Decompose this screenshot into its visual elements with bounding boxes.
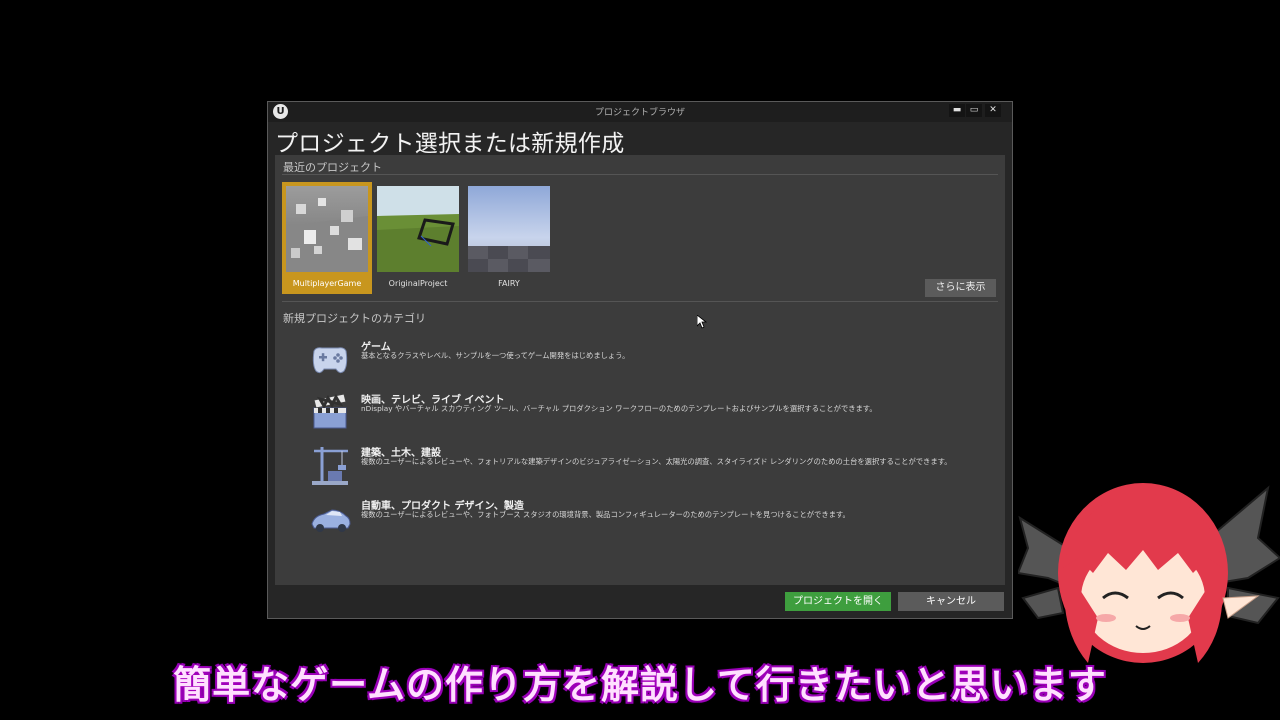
clapperboard-icon [308, 390, 352, 434]
title-bar[interactable]: U プロジェクトブラウザ ▬ ▭ ✕ [268, 102, 1012, 122]
page-title: プロジェクト選択または新規作成 [275, 131, 625, 157]
project-browser-window: U プロジェクトブラウザ ▬ ▭ ✕ プロジェクト選択または新規作成 最近のプロ… [267, 101, 1013, 619]
project-tile-fairy[interactable]: FAIRY [464, 182, 554, 294]
divider [282, 174, 998, 175]
divider [282, 301, 998, 302]
minimize-button[interactable]: ▬ [949, 104, 965, 117]
mouse-cursor-icon [696, 314, 708, 333]
category-description: 複数のユーザーによるレビューや、フォトブース スタジオの環境背景、製品コンフィギ… [361, 510, 850, 519]
category-description: nDisplay やバーチャル スカウティング ツール、バーチャル プロダクショ… [361, 404, 877, 413]
project-name: MultiplayerGame [292, 279, 362, 288]
project-tile-multiplayergame[interactable]: MultiplayerGame [282, 182, 372, 294]
project-thumbnail [377, 186, 459, 272]
recent-projects-label: 最近のプロジェクト [283, 161, 382, 174]
project-name: OriginalProject [388, 279, 448, 288]
cancel-button[interactable]: キャンセル [898, 592, 1004, 611]
project-thumbnail [468, 186, 550, 272]
gamepad-icon [308, 337, 352, 381]
car-icon [308, 496, 352, 540]
category-description: 基本となるクラスやレベル、サンプルを一つ使ってゲーム開発をはじめましょう。 [361, 351, 630, 360]
window-title: プロジェクトブラウザ [594, 108, 685, 118]
project-thumbnail [286, 186, 368, 272]
category-architecture[interactable]: 建築、土木、建設 複数のユーザーによるレビューや、フォトリアルな建築デザインのビ… [308, 443, 988, 487]
video-subtitle: 簡単なゲームの作り方を解説して行きたいと思います [173, 663, 1107, 707]
category-game[interactable]: ゲーム 基本となるクラスやレベル、サンプルを一つ使ってゲーム開発をはじめましょう… [308, 337, 988, 381]
close-button[interactable]: ✕ [985, 104, 1001, 117]
new-project-categories-label: 新規プロジェクトのカテゴリ [283, 312, 426, 325]
category-film-tv-live-events[interactable]: 映画、テレビ、ライブ イベント nDisplay やバーチャル スカウティング … [308, 390, 988, 434]
show-more-button[interactable]: さらに表示 [925, 279, 996, 297]
project-tile-originalproject[interactable]: OriginalProject [373, 182, 463, 294]
mascot-character-image [1016, 478, 1280, 668]
open-project-button[interactable]: プロジェクトを開く [785, 592, 891, 611]
category-description: 複数のユーザーによるレビューや、フォトリアルな建築デザインのビジュアライゼーショ… [361, 457, 952, 466]
content-panel: 最近のプロジェクト MultiplayerGame OriginalProjec… [275, 155, 1005, 585]
category-automotive[interactable]: 自動車、プロダクト デザイン、製造 複数のユーザーによるレビューや、フォトブース… [308, 496, 988, 540]
maximize-button[interactable]: ▭ [966, 104, 982, 117]
crane-icon [308, 443, 352, 487]
project-name: FAIRY [498, 279, 520, 288]
